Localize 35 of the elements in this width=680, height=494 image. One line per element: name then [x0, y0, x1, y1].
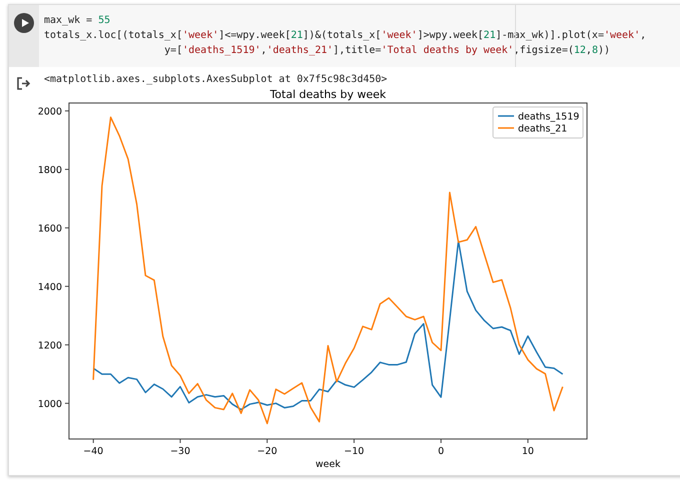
y-tick	[64, 402, 70, 404]
x-tick	[266, 438, 268, 444]
y-tick	[64, 168, 70, 170]
code-line: totals_x.loc[(totals_x['week']<=wpy.week[21])&(totals_x['week']>wpy.week[21]-max_wk)].plot(x='week',	[44, 29, 648, 43]
y-tick-label: 1600	[38, 223, 62, 234]
code-line: max_wk = 55	[44, 14, 112, 28]
x-tick-label: −40	[83, 446, 104, 457]
y-tick-label: 1400	[38, 282, 62, 293]
run-button[interactable]	[14, 13, 34, 33]
play-icon	[20, 18, 30, 28]
y-tick-label: 1800	[38, 164, 62, 176]
x-axis-label: week	[316, 459, 340, 470]
y-tick-label: 1200	[38, 340, 62, 352]
legend-label: deaths_21	[518, 124, 568, 134]
x-tick	[180, 438, 181, 444]
chart-title: Total deaths by week	[270, 88, 386, 101]
y-tick	[64, 227, 70, 228]
legend-label: deaths_1519	[518, 112, 580, 122]
x-tick-label: −10	[344, 446, 364, 457]
y-tick	[64, 286, 70, 287]
y-tick-label: 1000	[38, 398, 62, 410]
output-text: <matplotlib.axes._subplots.AxesSubplot at 0x7f5c98c3d450>	[43, 74, 388, 85]
x-tick-label: −20	[257, 446, 278, 457]
output-icon[interactable]	[17, 77, 31, 90]
code-line: y=['deaths_1519','deaths_21'],title='Total deaths by week',figsize=(12,8))	[163, 44, 612, 58]
x-tick	[354, 438, 355, 444]
x-tick-label: −30	[170, 446, 190, 457]
y-tick	[64, 344, 70, 346]
x-tick-label: 0	[438, 446, 444, 457]
x-tick-label: 10	[522, 446, 534, 457]
y-tick-label: 2000	[38, 106, 62, 118]
y-tick	[64, 110, 70, 112]
x-tick	[440, 438, 442, 444]
x-tick	[92, 438, 94, 444]
x-tick	[527, 438, 528, 444]
